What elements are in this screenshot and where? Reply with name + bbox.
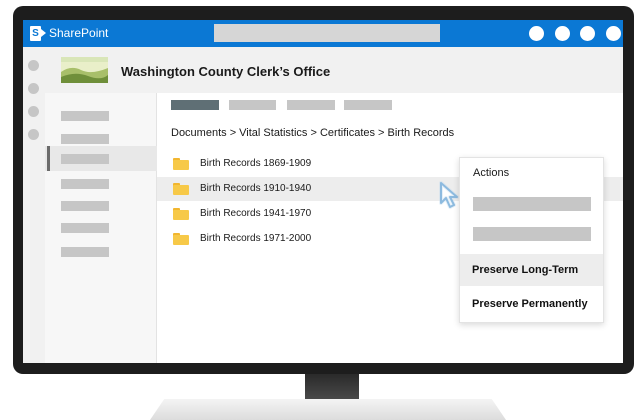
folder-name: Birth Records 1971-2000 (200, 233, 312, 244)
suite-icon-2[interactable] (555, 26, 570, 41)
site-title[interactable]: Washington County Clerk’s Office (121, 64, 330, 79)
left-navigation (45, 93, 157, 363)
preserve-long-term-button[interactable]: Preserve Long-Term (460, 254, 603, 286)
command-bar-button-primary[interactable] (171, 100, 219, 110)
nav-item-active[interactable] (45, 146, 157, 171)
folder-icon (173, 158, 189, 170)
monitor-stand-neck (305, 374, 359, 400)
actions-panel: Actions Preserve Long-Term Preserve Perm… (459, 157, 604, 323)
nav-item[interactable] (45, 103, 157, 128)
preserve-permanently-button[interactable]: Preserve Permanently (460, 288, 603, 320)
search-box[interactable] (214, 24, 440, 42)
folder-name: Birth Records 1869-1909 (200, 158, 312, 169)
breadcrumb[interactable]: Documents > Vital Statistics > Certifica… (171, 127, 454, 139)
suite-icon-3[interactable] (580, 26, 595, 41)
folder-icon (173, 233, 189, 245)
command-bar-button[interactable] (229, 100, 276, 110)
action-label: Preserve Long-Term (472, 264, 579, 276)
suite-bar: S SharePoint (23, 20, 623, 47)
command-bar-button[interactable] (287, 100, 335, 110)
folder-name: Birth Records 1910-1940 (200, 183, 312, 194)
site-logo-landscape (61, 57, 108, 83)
nav-item[interactable] (45, 239, 157, 264)
monitor-stand-base (150, 399, 506, 420)
actions-title: Actions (473, 167, 510, 179)
command-bar-button[interactable] (344, 100, 392, 110)
folder-icon (173, 183, 189, 195)
app-brand[interactable]: SharePoint (49, 26, 108, 41)
rail-icon-1[interactable] (28, 60, 39, 71)
rail-icon-4[interactable] (28, 129, 39, 140)
sharepoint-logo-icon[interactable]: S (30, 26, 46, 41)
action-label: Preserve Permanently (472, 298, 588, 310)
action-placeholder[interactable] (473, 197, 591, 211)
suite-icon-1[interactable] (529, 26, 544, 41)
folder-icon (173, 208, 189, 220)
nav-item[interactable] (45, 215, 157, 240)
rail-icon-2[interactable] (28, 83, 39, 94)
rail-icon-3[interactable] (28, 106, 39, 117)
action-placeholder[interactable] (473, 227, 591, 241)
suite-icon-4[interactable] (606, 26, 621, 41)
monitor-screen: S SharePoint Washington County Clerk’s O… (23, 20, 623, 363)
folder-name: Birth Records 1941-1970 (200, 208, 312, 219)
